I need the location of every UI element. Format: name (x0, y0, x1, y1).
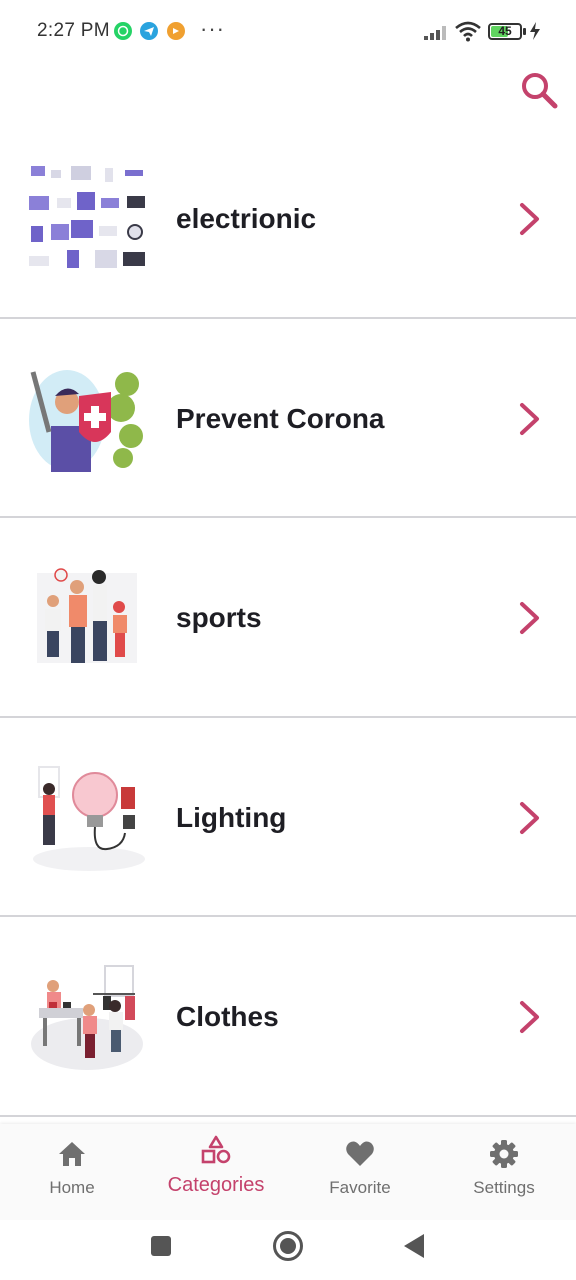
telegram-icon (140, 22, 158, 40)
home-icon (59, 1142, 85, 1166)
category-item-clothes[interactable]: Clothes (0, 917, 576, 1117)
nav-label-favorite: Favorite (329, 1178, 391, 1197)
category-item-sports[interactable]: sports (0, 518, 576, 718)
chevron-right-icon (520, 1001, 539, 1033)
heart-icon (346, 1141, 374, 1166)
category-list: electrionic Prevent Corona sports Lighti… (0, 119, 576, 1117)
more-notifications-icon: ··· (200, 16, 225, 41)
status-time: 2:27 PM (37, 20, 110, 41)
nav-label-categories: Categories (167, 1174, 265, 1196)
back-button[interactable] (402, 1233, 426, 1259)
wifi-icon (455, 21, 481, 42)
category-name: Prevent Corona (176, 402, 385, 434)
category-item-electronic[interactable]: electrionic (0, 119, 576, 319)
chevron-right-icon (520, 602, 539, 634)
whatsapp-icon (114, 22, 132, 40)
signal-icon (424, 26, 446, 40)
category-name: electrionic (176, 203, 317, 234)
search-icon (522, 73, 558, 109)
sports-illustration (37, 568, 137, 663)
category-item-lighting[interactable]: Lighting (0, 718, 576, 917)
category-name: Clothes (176, 1001, 279, 1032)
category-name: Lighting (176, 801, 287, 833)
chevron-right-icon (520, 402, 539, 435)
nav-label-home: Home (49, 1178, 95, 1197)
categories-icon (201, 1135, 231, 1164)
notification-icon (167, 22, 185, 40)
status-bar: 2:27 PM ··· 45 (0, 0, 576, 64)
battery-level: 45 (498, 24, 512, 38)
lighting-illustration (33, 765, 145, 871)
home-system-button[interactable] (272, 1230, 304, 1262)
battery-icon: 45 (488, 23, 522, 40)
nav-categories[interactable]: Categories (144, 1124, 288, 1220)
nav-settings[interactable]: Settings (432, 1124, 576, 1220)
category-name: sports (176, 602, 262, 633)
prevent-corona-illustration (29, 369, 143, 472)
nav-label-settings: Settings (473, 1178, 535, 1197)
bottom-navigation: Home Categories Favorite Settings (0, 1124, 576, 1220)
chevron-right-icon (520, 801, 539, 834)
battery-tip (523, 28, 526, 35)
recent-apps-button[interactable] (150, 1235, 172, 1257)
clothes-illustration (31, 965, 143, 1070)
nav-favorite[interactable]: Favorite (288, 1124, 432, 1220)
electronics-illustration (29, 166, 145, 268)
system-navigation-bar (0, 1220, 576, 1280)
chevron-right-icon (520, 203, 539, 235)
nav-home[interactable]: Home (0, 1124, 144, 1220)
charging-icon (530, 22, 540, 40)
gear-icon (490, 1140, 518, 1168)
category-item-prevent-corona[interactable]: Prevent Corona (0, 319, 576, 518)
search-button[interactable] (519, 70, 559, 110)
